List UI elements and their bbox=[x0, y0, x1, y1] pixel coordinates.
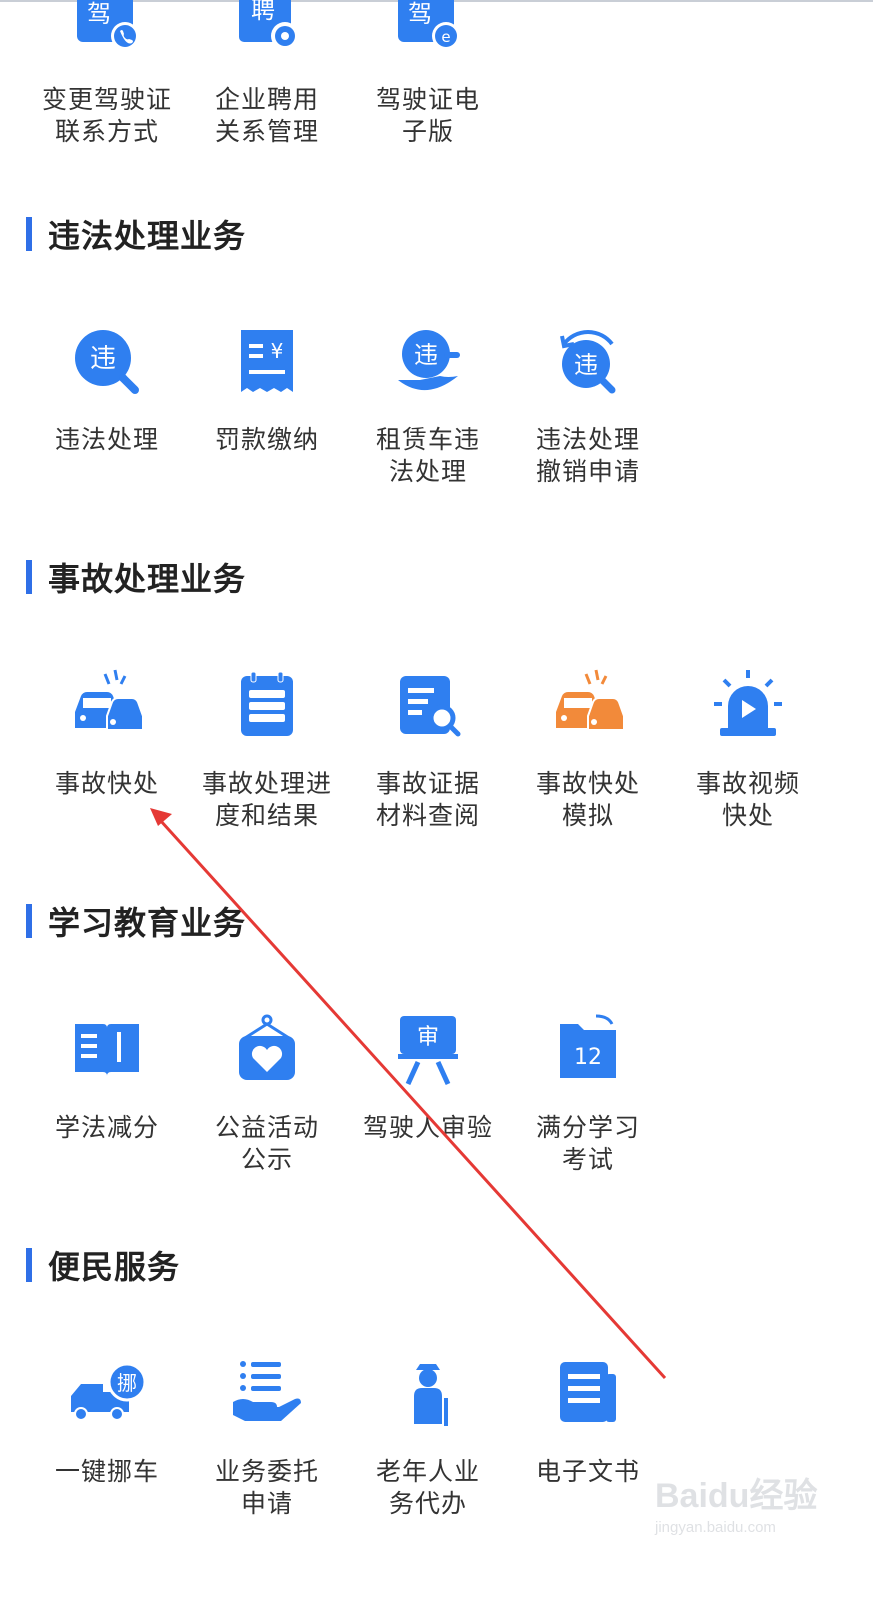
watermark: Baidu经验 jingyan.baidu.com bbox=[655, 1468, 835, 1558]
svg-text:挪: 挪 bbox=[117, 1371, 137, 1395]
tile-driver-review[interactable]: 审 驾驶人审验 bbox=[348, 1010, 508, 1144]
tile-accident-video[interactable]: 事故视频 快处 bbox=[668, 666, 828, 832]
rental-violation-icon: 违 bbox=[388, 322, 468, 402]
review-board-icon: 审 bbox=[388, 1010, 468, 1090]
tile-label: 驾驶证电 子版 bbox=[375, 85, 480, 146]
car-collision-icon bbox=[67, 666, 147, 746]
tile-violation-revoke[interactable]: 违 违法处理 撤销申请 bbox=[508, 322, 668, 488]
electronic-license-icon: 驾 e bbox=[388, 0, 468, 62]
svg-text:¥: ¥ bbox=[271, 339, 284, 363]
tile-label: 事故快处 模拟 bbox=[535, 769, 640, 830]
tile-label: 公益活动 公示 bbox=[214, 1113, 319, 1174]
tile-accident-evidence[interactable]: 事故证据 材料查阅 bbox=[348, 666, 508, 832]
employment-gear-icon: 聘 bbox=[227, 0, 307, 62]
tile-label: 事故处理进 度和结果 bbox=[201, 769, 332, 830]
tile-label: 事故快处 bbox=[54, 769, 159, 798]
clipboard-progress-icon bbox=[227, 666, 307, 746]
tile-label: 事故视频 快处 bbox=[695, 769, 800, 830]
siren-video-icon bbox=[708, 666, 788, 746]
document-search-icon bbox=[388, 666, 468, 746]
tile-rental-violation[interactable]: 违 租赁车违 法处理 bbox=[348, 322, 508, 488]
section-title-accidents: 事故处理业务 bbox=[26, 558, 246, 598]
section-accent-bar bbox=[26, 560, 32, 594]
tile-accident-simulation[interactable]: 事故快处 模拟 bbox=[508, 666, 668, 832]
tile-label: 事故证据 材料查阅 bbox=[375, 769, 480, 830]
tile-accident-progress[interactable]: 事故处理进 度和结果 bbox=[187, 666, 347, 832]
tile-charity-activities[interactable]: 公益活动 公示 bbox=[187, 1010, 347, 1176]
tile-study-law[interactable]: 学法减分 bbox=[27, 1010, 187, 1144]
tile-violation-handling[interactable]: 违 违法处理 bbox=[27, 322, 187, 456]
tile-label: 驾驶人审验 bbox=[362, 1113, 493, 1142]
watermark-main: Baidu经验 bbox=[655, 1477, 818, 1515]
tile-e-document[interactable]: 电子文书 bbox=[508, 1354, 668, 1488]
tile-label: 企业聘用 关系管理 bbox=[214, 85, 319, 146]
open-book-icon bbox=[67, 1010, 147, 1090]
driving-license-phone-icon: 驾 bbox=[67, 0, 147, 62]
section-accent-bar bbox=[26, 217, 32, 251]
svg-text:违: 违 bbox=[414, 341, 438, 369]
svg-text:违: 违 bbox=[90, 344, 116, 374]
violation-revoke-icon: 违 bbox=[548, 322, 628, 402]
tile-label: 满分学习 考试 bbox=[535, 1113, 640, 1174]
score-folder-icon: 12 bbox=[548, 1010, 628, 1090]
tile-label: 罚款缴纳 bbox=[214, 425, 319, 454]
car-collision-orange-icon bbox=[548, 666, 628, 746]
svg-text:驾: 驾 bbox=[87, 0, 111, 28]
section-accent-bar bbox=[26, 904, 32, 938]
tile-change-license-contact[interactable]: 驾 变更驾驶证 联系方式 bbox=[27, 0, 187, 148]
watermark-sub: jingyan.baidu.com bbox=[655, 1519, 776, 1536]
section-heading: 违法处理业务 bbox=[48, 217, 247, 255]
e-document-icon bbox=[548, 1354, 628, 1434]
tile-label: 业务委托 申请 bbox=[214, 1457, 319, 1518]
svg-text:审: 审 bbox=[417, 1025, 439, 1050]
svg-text:12: 12 bbox=[574, 1045, 602, 1070]
tile-business-delegation[interactable]: 业务委托 申请 bbox=[187, 1354, 347, 1520]
section-heading: 事故处理业务 bbox=[48, 560, 247, 598]
section-title-convenience: 便民服务 bbox=[26, 1246, 180, 1286]
tile-label: 违法处理 bbox=[54, 425, 159, 454]
tile-label: 变更驾驶证 联系方式 bbox=[41, 85, 172, 146]
tile-label: 学法减分 bbox=[54, 1113, 159, 1142]
tile-fine-payment[interactable]: ¥ 罚款缴纳 bbox=[187, 322, 347, 456]
tile-label: 租赁车违 法处理 bbox=[375, 425, 480, 486]
section-heading: 便民服务 bbox=[48, 1248, 181, 1286]
tile-label: 老年人业 务代办 bbox=[375, 1457, 480, 1518]
fine-receipt-icon: ¥ bbox=[227, 322, 307, 402]
tile-accident-quick[interactable]: 事故快处 bbox=[27, 666, 187, 800]
violation-search-icon: 违 bbox=[67, 322, 147, 402]
charity-heart-icon bbox=[227, 1010, 307, 1090]
tile-electronic-license[interactable]: 驾 e 驾驶证电 子版 bbox=[348, 0, 508, 148]
section-accent-bar bbox=[26, 1248, 32, 1282]
section-title-violations: 违法处理业务 bbox=[26, 215, 246, 255]
section-title-education: 学习教育业务 bbox=[26, 902, 246, 942]
svg-text:违: 违 bbox=[574, 351, 598, 379]
delegate-hand-icon bbox=[227, 1354, 307, 1434]
tile-full-score-exam[interactable]: 12 满分学习 考试 bbox=[508, 1010, 668, 1176]
elderly-person-icon bbox=[388, 1354, 468, 1434]
tile-move-car[interactable]: 挪 一键挪车 bbox=[27, 1354, 187, 1488]
svg-text:驾: 驾 bbox=[408, 0, 432, 28]
section-heading: 学习教育业务 bbox=[48, 904, 247, 942]
tile-label: 电子文书 bbox=[535, 1457, 640, 1486]
tile-label: 一键挪车 bbox=[54, 1457, 159, 1486]
tile-enterprise-employment[interactable]: 聘 企业聘用 关系管理 bbox=[187, 0, 347, 148]
move-car-truck-icon: 挪 bbox=[67, 1354, 147, 1434]
tile-elderly-service[interactable]: 老年人业 务代办 bbox=[348, 1354, 508, 1520]
tile-label: 违法处理 撤销申请 bbox=[535, 425, 640, 486]
svg-text:聘: 聘 bbox=[251, 0, 275, 24]
svg-text:e: e bbox=[441, 28, 450, 46]
